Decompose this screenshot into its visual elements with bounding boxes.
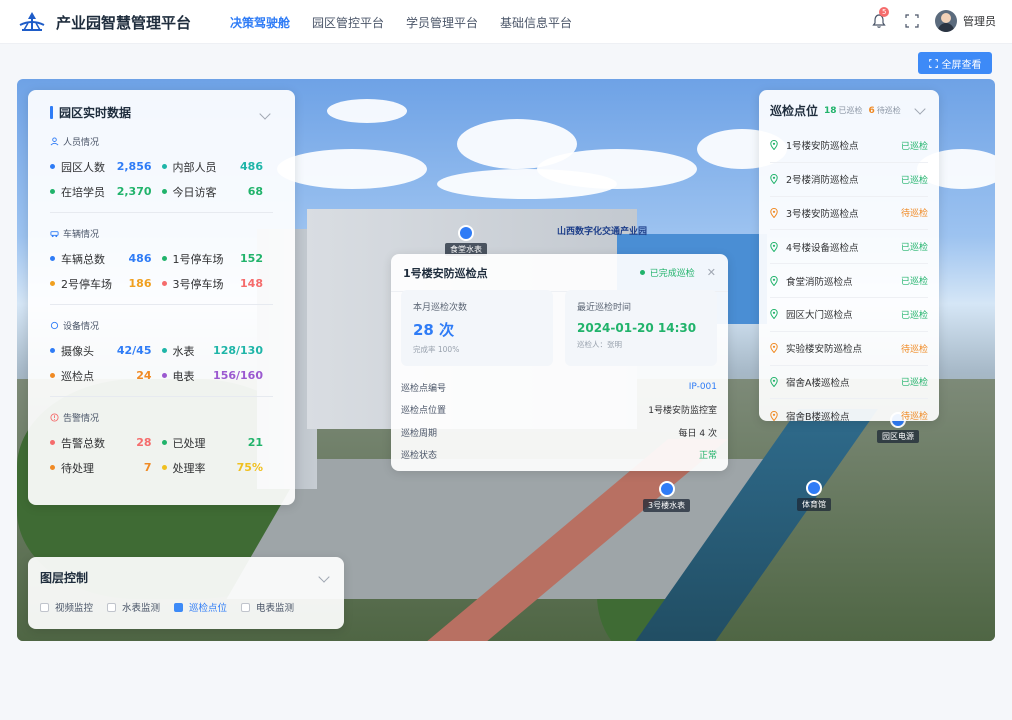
map-marker[interactable]: 体育馆 <box>797 480 831 511</box>
popup-status: 已完成巡检 <box>639 266 695 279</box>
layer-checkbox[interactable]: 视频监控 <box>40 600 93 614</box>
stat-item: 待处理 7 <box>50 460 162 476</box>
fullscreen-view-label: 全屏查看 <box>941 59 982 71</box>
map-marker[interactable]: 3号楼水表 <box>643 481 691 512</box>
pending-count: 6 待巡检 <box>868 106 901 116</box>
location-pin-icon <box>770 275 778 286</box>
info-row: 巡检点位置 1号楼安防监控室 <box>401 406 717 417</box>
close-icon[interactable]: ✕ <box>707 266 716 279</box>
username[interactable]: 管理员 <box>963 13 996 29</box>
layer-checkbox[interactable]: 巡检点位 <box>174 600 227 614</box>
notification-badge: 5 <box>879 7 890 17</box>
patrol-title: 巡检点位 <box>770 104 819 118</box>
last-patrol-card: 最近巡检时间 2024-01-20 14:30 巡检人：张明 <box>565 290 717 366</box>
monthly-patrol-card: 本月巡检次数 28 次 完成率 100% <box>401 290 553 366</box>
patrol-point-item[interactable]: 宿舍A楼巡检点 已巡检 <box>770 366 928 400</box>
checkbox-icon[interactable] <box>107 602 117 612</box>
stats-section: 告警情况告警总数 28 已处理 21 待处理 7 处理率 75% <box>50 411 273 480</box>
info-row: 巡检状态 正常 <box>401 451 717 462</box>
info-row: 巡检周期 每日 4 次 <box>401 428 717 439</box>
info-row: 巡检点编号 IP-001 <box>401 382 717 394</box>
map-marker[interactable]: 食堂水表 <box>445 225 487 256</box>
stats-section: 人员情况园区人数 2,856 内部人员 486 在培学员 2,370 今日访客 68 <box>50 135 273 213</box>
stats-section: 车辆情况车辆总数 486 1号停车场 152 2号停车场 186 3号停车场 148 <box>50 227 273 305</box>
stat-item: 3号停车场 148 <box>161 276 274 292</box>
location-pin-icon <box>770 241 778 252</box>
checkbox-icon[interactable] <box>241 602 251 612</box>
alert-icon <box>50 413 59 422</box>
section-title: 设备情况 <box>63 322 100 332</box>
stat-item: 巡检点 24 <box>50 368 162 384</box>
stat-item: 2号停车场 186 <box>50 276 162 292</box>
stat-item: 1号停车场 152 <box>161 251 274 267</box>
location-pin-icon <box>770 174 778 185</box>
location-pin-icon <box>770 343 778 354</box>
stat-item: 在培学员 2,370 <box>50 184 162 200</box>
location-pin-icon <box>770 410 778 421</box>
main-nav: 决策驾驶舱 园区管控平台 学员管理平台 基础信息平台 <box>230 14 594 31</box>
logo-icon <box>19 12 45 31</box>
nav-item[interactable]: 园区管控平台 <box>312 14 384 31</box>
popup-title: 1号楼安防巡检点 <box>403 266 488 280</box>
nav-item[interactable]: 学员管理平台 <box>406 14 478 31</box>
layer-control-title: 图层控制 <box>40 571 89 585</box>
patrol-point-item[interactable]: 2号楼消防巡检点 已巡检 <box>770 163 928 197</box>
notification-button[interactable]: 5 <box>871 7 891 31</box>
patrol-points-panel: 巡检点位 18 已巡检 6 待巡检 1号楼安防巡检点 已巡检 2号楼消防巡检点 已巡检 3号… <box>759 90 939 421</box>
stats-section: 设备情况摄像头 42/45 水表 128/130 巡检点 24 电表 156/160 <box>50 319 273 397</box>
section-title: 人员情况 <box>63 138 100 148</box>
car-icon <box>50 229 59 238</box>
section-title: 告警情况 <box>63 414 100 424</box>
stat-item: 电表 156/160 <box>161 368 274 384</box>
nav-item[interactable]: 基础信息平台 <box>500 14 572 31</box>
expand-icon <box>928 58 938 68</box>
patrol-point-item[interactable]: 4号楼设备巡检点 已巡检 <box>770 230 928 265</box>
collapse-chevron-icon[interactable] <box>914 102 926 115</box>
layer-checkbox[interactable]: 电表监测 <box>241 600 294 614</box>
layer-control-panel: 图层控制 视频监控 水表监测 巡检点位 电表监测 <box>28 557 344 629</box>
stat-item: 已处理 21 <box>161 435 274 451</box>
patrol-point-item[interactable]: 园区大门巡检点 已巡检 <box>770 298 928 332</box>
fullscreen-toggle-icon[interactable] <box>905 14 919 28</box>
layer-checkbox[interactable]: 水表监测 <box>107 600 160 614</box>
fullscreen-view-button[interactable]: 全屏查看 <box>918 52 992 74</box>
checkbox-icon[interactable] <box>40 602 49 612</box>
location-pin-icon <box>770 309 778 320</box>
person-icon <box>50 137 59 146</box>
location-pin-icon <box>770 376 778 387</box>
stat-item: 处理率 75% <box>161 460 274 476</box>
patrol-point-item[interactable]: 实验楼安防巡检点 待巡检 <box>770 332 928 366</box>
park-realtime-data-panel: 园区实时数据 人员情况园区人数 2,856 内部人员 486 在培学员 2,370 今日访客… <box>28 90 295 505</box>
location-pin-icon <box>770 140 778 151</box>
panel-title: 园区实时数据 <box>59 106 132 120</box>
patrol-point-item[interactable]: 宿舍B楼巡检点 待巡检 <box>770 399 928 421</box>
patrol-point-detail-popup: 1号楼安防巡检点 已完成巡检 ✕ 本月巡检次数 28 次 完成率 100% 最近… <box>391 254 728 471</box>
stat-item: 水表 128/130 <box>161 343 274 359</box>
nav-item[interactable]: 决策驾驶舱 <box>230 14 290 31</box>
stat-item: 车辆总数 486 <box>50 251 162 267</box>
stat-item: 园区人数 2,856 <box>50 159 162 175</box>
top-bar: 产业园智慧管理平台 决策驾驶舱 园区管控平台 学员管理平台 基础信息平台 5 管理员 <box>0 0 1012 44</box>
patrol-point-item[interactable]: 食堂消防巡检点 已巡检 <box>770 264 928 298</box>
user-avatar[interactable] <box>935 10 957 32</box>
section-title: 车辆情况 <box>63 230 100 240</box>
checkbox-icon[interactable] <box>174 602 184 612</box>
done-count: 18 已巡检 <box>824 106 863 116</box>
stat-item: 告警总数 28 <box>50 435 162 451</box>
stat-item: 内部人员 486 <box>161 159 274 175</box>
building-sign: 山西数字化交通产业园 <box>557 227 648 237</box>
stat-item: 今日访客 68 <box>161 184 274 200</box>
app-title: 产业园智慧管理平台 <box>56 14 192 32</box>
location-pin-icon <box>770 207 778 218</box>
stat-item: 摄像头 42/45 <box>50 343 162 359</box>
patrol-point-item[interactable]: 1号楼安防巡检点 已巡检 <box>770 129 928 163</box>
device-icon <box>50 321 59 330</box>
patrol-point-item[interactable]: 3号楼安防巡检点 待巡检 <box>770 197 928 231</box>
